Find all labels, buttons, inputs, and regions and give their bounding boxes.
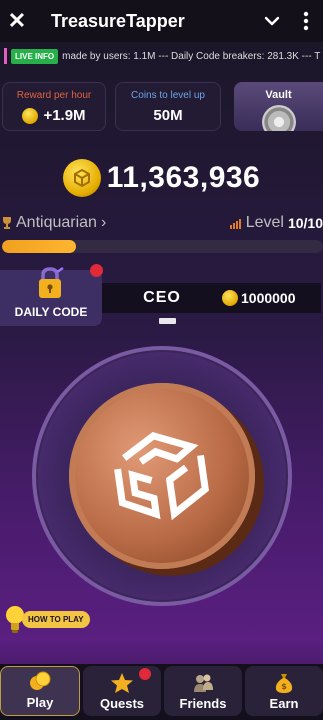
vault-button[interactable]: Vault bbox=[234, 82, 323, 131]
ceo-prize-value: 1000000 bbox=[241, 290, 296, 306]
ticker-accent-bar bbox=[4, 48, 7, 64]
drag-handle[interactable] bbox=[159, 318, 176, 324]
coin-icon bbox=[22, 107, 39, 124]
coins-to-level-up-card: Coins to level up 50M bbox=[115, 82, 221, 131]
app-title: TreasureTapper bbox=[51, 10, 185, 31]
level-value: 10/10 bbox=[287, 215, 323, 231]
bottom-nav: Play Quests Friends $ Earn bbox=[0, 664, 323, 720]
trophy-icon bbox=[3, 217, 11, 229]
tap-coin-area[interactable] bbox=[32, 346, 292, 606]
ceo-prize: 1000000 bbox=[222, 290, 296, 306]
rank-level-row: Antiquarian › Level 10/10 bbox=[0, 212, 323, 234]
chevron-right-icon: › bbox=[100, 214, 107, 231]
coin-icon bbox=[222, 290, 238, 306]
live-info-badge: LIVE INFO bbox=[11, 48, 59, 64]
how-to-play-label: HOW TO PLAY bbox=[22, 610, 90, 628]
coins-to-level-up-value: 50M bbox=[153, 107, 183, 124]
ceo-banner[interactable]: CEO 1000000 bbox=[102, 283, 321, 313]
close-icon[interactable]: ✕ bbox=[5, 8, 29, 34]
balance-value: 11,363,936 bbox=[106, 161, 261, 194]
notification-dot bbox=[90, 264, 103, 277]
level-progress-bar bbox=[2, 240, 323, 253]
tab-friends-label: Friends bbox=[179, 696, 227, 711]
more-options-icon[interactable] bbox=[297, 10, 315, 32]
daily-code-label: DAILY CODE bbox=[14, 305, 88, 319]
level-indicator: Level 10/10 bbox=[229, 214, 323, 232]
safe-icon bbox=[261, 105, 296, 131]
coin-balance: 11,363,936 bbox=[0, 158, 323, 198]
how-to-play-button[interactable]: HOW TO PLAY bbox=[4, 604, 90, 634]
gold-coin-icon bbox=[62, 159, 101, 197]
svg-text:$: $ bbox=[281, 682, 287, 691]
level-label: Level bbox=[245, 214, 284, 231]
rank-link[interactable]: Antiquarian › bbox=[2, 214, 106, 232]
reward-per-hour-label: Reward per hour bbox=[16, 90, 92, 101]
tab-friends[interactable]: Friends bbox=[164, 666, 242, 716]
rank-name: Antiquarian bbox=[16, 214, 97, 231]
reward-per-hour-card: Reward per hour +1.9M bbox=[2, 82, 106, 131]
notification-dot bbox=[139, 668, 151, 680]
daily-code-button[interactable]: DAILY CODE bbox=[0, 264, 103, 326]
reward-value-text: +1.9M bbox=[43, 107, 86, 124]
cube-logo-icon bbox=[114, 431, 209, 521]
ticker-text: made by users: 1.1M --- Daily Code break… bbox=[62, 50, 321, 62]
reward-per-hour-value: +1.9M bbox=[3, 107, 105, 124]
chevron-down-icon[interactable] bbox=[261, 10, 283, 32]
tab-play[interactable]: Play bbox=[0, 666, 80, 716]
friends-icon bbox=[190, 672, 216, 694]
tab-quests[interactable]: Quests bbox=[83, 666, 161, 716]
cube-logo-icon bbox=[73, 168, 90, 188]
tab-quests-label: Quests bbox=[99, 696, 145, 711]
vault-label: Vault bbox=[265, 89, 292, 101]
coins-icon bbox=[27, 671, 53, 693]
money-bag-icon: $ bbox=[271, 672, 297, 694]
bronze-coin-icon[interactable] bbox=[56, 370, 268, 582]
tab-earn[interactable]: $ Earn bbox=[245, 666, 323, 716]
ceo-rank-name: CEO bbox=[143, 289, 181, 306]
signal-bars-icon bbox=[229, 219, 241, 229]
app-header: ✕ TreasureTapper bbox=[0, 0, 323, 42]
tab-play-label: Play bbox=[26, 695, 54, 710]
level-progress-fill bbox=[2, 240, 76, 253]
coins-to-level-up-label: Coins to level up bbox=[131, 90, 205, 101]
live-info-ticker: LIVE INFO made by users: 1.1M --- Daily … bbox=[0, 46, 323, 66]
tab-earn-label: Earn bbox=[269, 696, 299, 711]
padlock-icon bbox=[39, 266, 64, 298]
star-icon bbox=[109, 672, 135, 694]
